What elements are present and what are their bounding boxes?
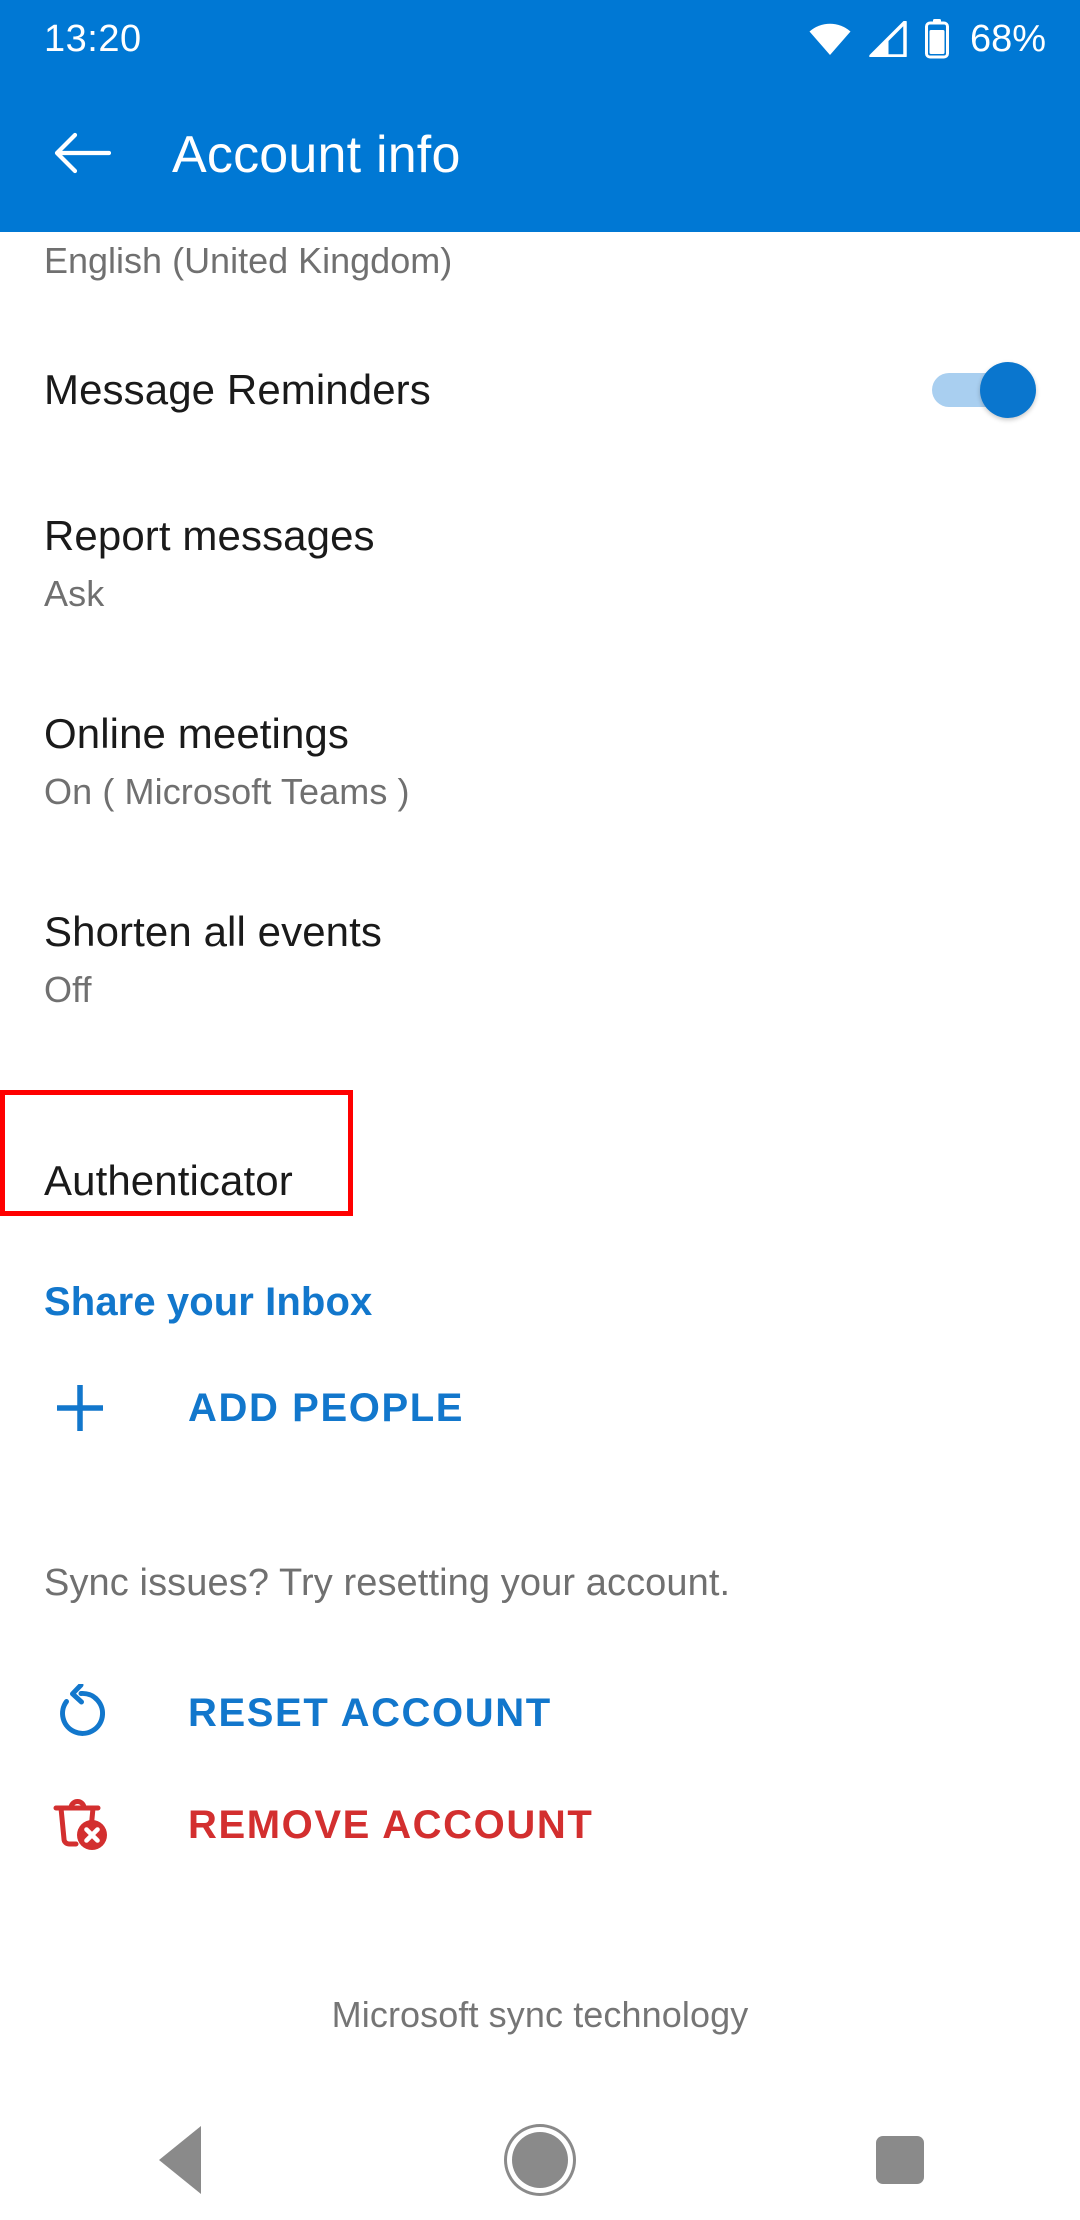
nav-recents-square-icon [876, 2136, 924, 2184]
setting-title: Report messages [44, 512, 375, 559]
message-reminders-toggle[interactable] [932, 362, 1036, 418]
add-people-button[interactable]: ADD PEOPLE [0, 1380, 1080, 1436]
nav-back-triangle-icon [159, 2126, 201, 2194]
share-inbox-heading[interactable]: Share your Inbox [44, 1280, 1036, 1325]
nav-recents-button[interactable] [810, 2100, 990, 2220]
page-title: Account info [172, 126, 461, 184]
setting-title: Online meetings [44, 710, 349, 757]
nav-home-button[interactable] [450, 2100, 630, 2220]
setting-title: Shorten all events [44, 908, 383, 955]
setting-row-message-reminders[interactable]: Message Reminders [0, 362, 1080, 418]
settings-list[interactable]: English (United Kingdom) Message Reminde… [0, 232, 1080, 2100]
battery-percent-label: 68% [969, 18, 1046, 60]
remove-account-label: REMOVE ACCOUNT [188, 1802, 594, 1847]
cellular-signal-icon [868, 21, 908, 57]
toggle-thumb [980, 362, 1036, 418]
share-inbox-section-heading-row: Share your Inbox [0, 1280, 1080, 1325]
trash-delete-icon [44, 1794, 138, 1856]
back-arrow-icon [53, 131, 112, 180]
nav-back-button[interactable] [90, 2100, 270, 2220]
setting-title: Authenticator [44, 1157, 293, 1204]
setting-subtitle: Off [44, 969, 92, 1011]
setting-subtitle: On ( Microsoft Teams ) [44, 771, 410, 813]
remove-account-button[interactable]: REMOVE ACCOUNT [0, 1794, 1080, 1856]
setting-row-report-messages[interactable]: Report messages Ask [0, 512, 1080, 615]
language-row-subtitle: English (United Kingdom) [44, 240, 453, 281]
setting-subtitle: Ask [44, 573, 105, 615]
nav-home-circle-icon [512, 2132, 568, 2188]
sync-issues-note: Sync issues? Try resetting your account. [44, 1562, 731, 1604]
reset-account-button[interactable]: RESET ACCOUNT [0, 1684, 1080, 1742]
setting-row-authenticator[interactable]: Authenticator [0, 1157, 1080, 1205]
back-button[interactable] [44, 117, 120, 193]
status-clock: 13:20 [44, 18, 142, 60]
app-bar: Account info [0, 78, 1080, 232]
setting-row-shorten-all-events[interactable]: Shorten all events Off [0, 908, 1080, 1011]
status-icon-group: 68% [808, 19, 1046, 59]
sync-issues-note-row: Sync issues? Try resetting your account. [0, 1562, 1080, 1605]
wifi-icon [808, 22, 852, 56]
add-people-label: ADD PEOPLE [188, 1385, 465, 1430]
setting-row-online-meetings[interactable]: Online meetings On ( Microsoft Teams ) [0, 710, 1080, 813]
reset-account-label: RESET ACCOUNT [188, 1690, 552, 1735]
status-bar: 13:20 68% [0, 0, 1080, 78]
battery-icon [924, 19, 950, 59]
android-navigation-bar [0, 2100, 1080, 2220]
plus-icon [44, 1380, 138, 1436]
sync-technology-footer: Microsoft sync technology [331, 1994, 749, 2035]
setting-title: Message Reminders [44, 365, 431, 413]
phone-screen: 13:20 68% Account info English (United K… [0, 0, 1080, 2220]
reset-circular-arrow-icon [44, 1684, 138, 1742]
